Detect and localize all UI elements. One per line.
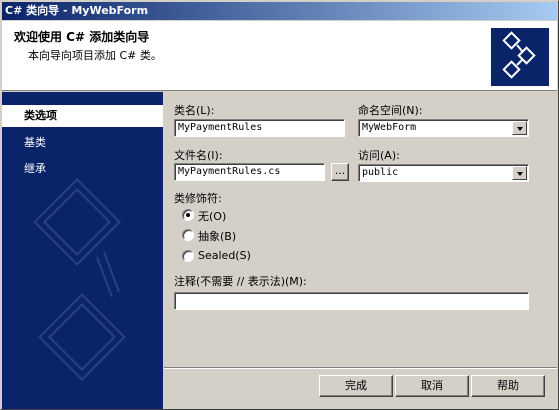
access-combo[interactable]: public [358,164,529,182]
class-name-input[interactable]: MyPaymentRules [174,119,345,137]
class-name-label: 类名(L): [174,104,215,117]
file-name-label: 文件名(I): [174,149,223,162]
access-label: 访问(A): [358,149,400,162]
finish-button[interactable]: 完成 [319,375,393,397]
modifier-none-radio[interactable] [182,209,194,221]
modifier-sealed-label: Sealed(S) [198,249,251,262]
file-name-input[interactable]: MyPaymentRules.cs [174,163,325,181]
modifier-abstract-radio[interactable] [182,229,194,241]
help-button[interactable]: 帮助 [471,375,545,397]
header-title: 欢迎使用 C# 添加类向导 [14,30,150,44]
modifier-abstract-label: 抽象(B) [198,230,237,243]
access-value: public [362,167,399,178]
comment-label: 注释(不需要 // 表示法)(M): [174,275,307,288]
header-subtitle: 本向导向项目添加 C# 类。 [28,49,162,62]
modifiers-label: 类修饰符: [174,192,222,205]
sidebar-item-base-class[interactable]: 基类 [2,132,163,154]
modifier-sealed-radio[interactable] [182,250,194,262]
cancel-button[interactable]: 取消 [395,375,469,397]
title-bar: C# 类向导 - MyWebForm [2,2,557,20]
chevron-down-icon[interactable] [512,121,527,135]
footer-divider [164,367,557,369]
modifier-none-label: 无(O) [198,210,227,223]
wizard-window: C# 类向导 - MyWebForm 欢迎使用 C# 添加类向导 本向导向项目添… [0,0,559,410]
browse-button[interactable]: ... [331,163,349,181]
chevron-down-icon[interactable] [512,166,527,180]
namespace-label: 命名空间(N): [358,104,423,117]
sidebar-item-inheritance[interactable]: 继承 [2,158,163,180]
wizard-header: 欢迎使用 C# 添加类向导 本向导向项目添加 C# 类。 [2,21,557,91]
namespace-combo[interactable]: MyWebForm [358,119,529,137]
comment-input[interactable] [174,292,529,310]
sidebar-item-class-options[interactable]: 类选项 [2,105,163,127]
wizard-nav-panel: 类选项 基类 继承 [2,92,163,409]
namespace-value: MyWebForm [362,122,417,133]
wizard-diagram-icon [491,28,549,86]
